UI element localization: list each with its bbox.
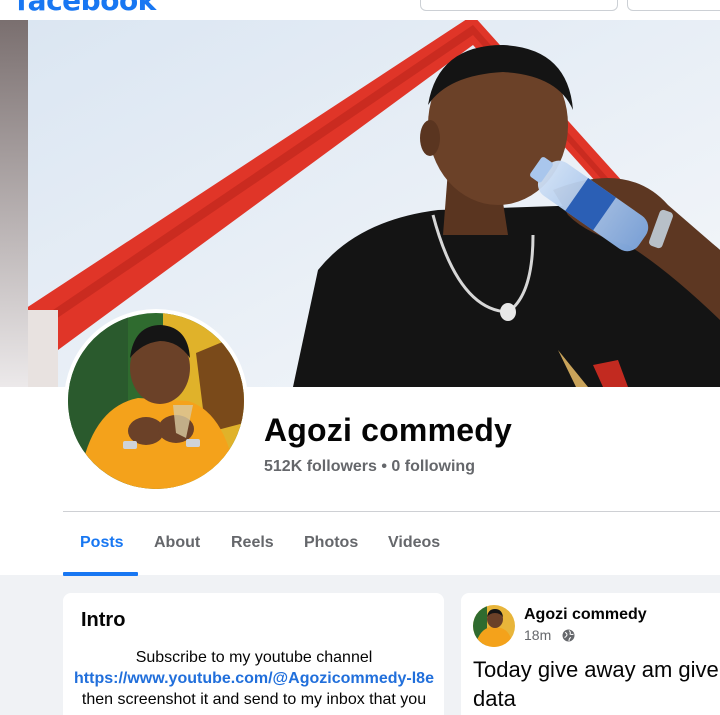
tab-photos[interactable]: Photos [304, 534, 358, 552]
post-author-name[interactable]: Agozi commedy [524, 606, 647, 624]
profile-avatar[interactable] [64, 309, 248, 493]
tab-about[interactable]: About [154, 534, 200, 552]
intro-line: Subscribe to my youtube channel [135, 649, 373, 666]
intro-card: Intro Subscribe to my youtube channel ht… [63, 593, 444, 715]
menu-button[interactable] [627, 0, 720, 11]
profile-stats[interactable]: 512K followers • 0 following [264, 458, 475, 476]
cover-edge [0, 20, 28, 387]
globe-icon [562, 629, 575, 647]
post-text: Today give away am give data [473, 657, 719, 711]
tab-posts[interactable]: Posts [80, 534, 124, 552]
header-divider [63, 511, 720, 512]
post-card: Agozi commedy 18m Today give away am giv… [461, 593, 720, 715]
post-author-avatar[interactable] [473, 605, 515, 647]
post-timestamp[interactable]: 18m [524, 627, 551, 643]
intro-title: Intro [81, 609, 126, 631]
search-button[interactable] [420, 0, 618, 11]
active-tab-indicator [63, 572, 138, 576]
profile-name: Agozi commedy [264, 412, 512, 448]
tab-videos[interactable]: Videos [388, 534, 440, 552]
intro-bio: Subscribe to my youtube channel https://… [73, 647, 435, 710]
tab-reels[interactable]: Reels [231, 534, 274, 552]
top-bar: facebook [0, 0, 720, 20]
facebook-logo[interactable]: facebook [16, 0, 156, 17]
youtube-link[interactable]: https://www.youtube.com/@Agozicommedy-l8… [73, 668, 435, 689]
intro-line: then screenshot it and send to my inbox … [81, 691, 427, 708]
